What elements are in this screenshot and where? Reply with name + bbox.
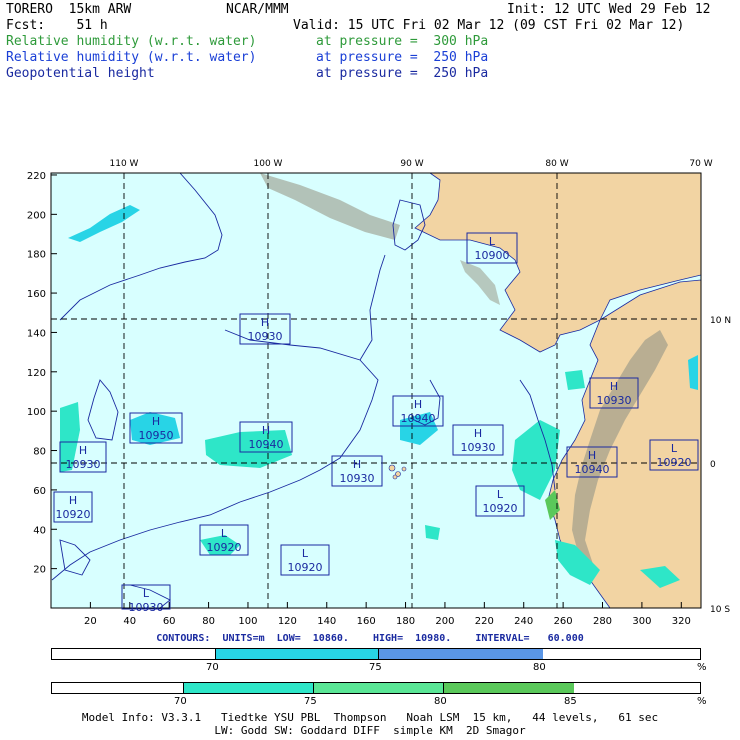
model-info-line2: LW: Godd SW: Goddard DIFF simple KM 2D S… [214,724,526,737]
svg-text:10930: 10930 [340,472,375,485]
y-tick-label: 100 [27,407,46,418]
y-tick-label: 80 [33,447,46,458]
x-tick-label: 100 [238,616,257,627]
legend-bar-rh300 [51,682,701,694]
svg-text:10930: 10930 [248,330,283,343]
lat-label: 10 S [710,605,730,615]
x-tick-label: 200 [435,616,454,627]
svg-text:10930: 10930 [66,458,101,471]
contours-interval: INTERVAL= 60.000 [475,633,584,644]
x-tick-label: 60 [163,616,176,627]
legend-tick-label: 70 [174,696,187,707]
x-tick-label: 260 [554,616,573,627]
legend-segment [443,683,574,693]
legend-segment [313,683,444,693]
svg-text:10900: 10900 [475,249,510,262]
svg-text:H: H [474,427,482,440]
svg-text:H: H [261,316,269,329]
model-info-line1: Model Info: V3.3.1 Tiedtke YSU PBL Thomp… [81,711,659,724]
y-tick-label: 40 [33,525,46,536]
lon-label: 80 W [545,159,568,169]
contours-units: CONTOURS: UNITS=m [156,633,265,644]
weather-map: 20 40 60 80 100 120 140 160 180 200 220 240 260 280 30… [27,159,731,627]
lon-label: 90 W [400,159,423,169]
y-tick-label: 180 [27,250,46,261]
y-tick-label: 160 [27,289,46,300]
svg-text:L: L [143,587,150,600]
x-tick-label: 240 [514,616,533,627]
x-tick-label: 180 [396,616,415,627]
svg-text:10920: 10920 [207,541,242,554]
svg-text:10940: 10940 [575,463,610,476]
legend-bar-rh250 [51,648,701,660]
x-tick-label: 120 [278,616,297,627]
svg-text:H: H [152,415,160,428]
legend-segment [378,649,543,659]
right-lat-axis: 10 N 0 10 S [710,316,731,615]
y-tick-label: 220 [27,171,46,182]
legend-segment [52,683,183,693]
legend-unit: % [697,696,707,707]
legend-tick-label: 85 [564,696,577,707]
y-tick-label: 20 [33,565,46,576]
svg-text:L: L [497,488,504,501]
svg-text:10940: 10940 [249,438,284,451]
svg-text:10930: 10930 [597,394,632,407]
legend-tick-label: 80 [434,696,447,707]
x-tick-label: 160 [357,616,376,627]
svg-text:H: H [353,458,361,471]
svg-text:H: H [588,449,596,462]
x-tick-label: 300 [632,616,651,627]
lat-label: 10 N [710,316,731,326]
svg-text:10920: 10920 [483,502,518,515]
contours-low: LOW= 10860. [276,633,349,644]
lon-label: 110 W [110,159,139,169]
svg-text:10920: 10920 [288,561,323,574]
svg-text:L: L [489,235,496,248]
svg-text:10950: 10950 [139,429,174,442]
y-tick-label: 120 [27,368,46,379]
svg-text:H: H [262,424,270,437]
svg-text:L: L [302,547,309,560]
x-tick-label: 320 [672,616,691,627]
svg-text:H: H [69,494,77,507]
x-tick-label: 280 [593,616,612,627]
svg-text:10940: 10940 [401,412,436,425]
x-tick-label: 220 [475,616,494,627]
legend-tick-label: 70 [206,662,219,673]
top-lon-axis: 110 W 100 W 90 W 80 W 70 W [110,159,713,169]
legend-unit: % [697,662,707,673]
lon-label: 100 W [254,159,283,169]
x-tick-label: 80 [202,616,215,627]
svg-text:H: H [610,380,618,393]
y-tick-label: 140 [27,328,46,339]
legend-segment [52,649,215,659]
y-tick-label: 60 [33,486,46,497]
legend-tick-label: 80 [533,662,546,673]
lon-label: 70 W [689,159,712,169]
legend-segment [215,649,379,659]
x-tick-label: 140 [317,616,336,627]
legend-tick-label: 75 [369,662,382,673]
svg-text:H: H [79,444,87,457]
legend-segment [183,683,314,693]
legend-tick-label: 75 [304,696,317,707]
svg-text:L: L [221,527,228,540]
contours-info: CONTOURS: UNITS=m LOW= 10860. HIGH= 1098… [0,633,740,644]
y-tick-label: 200 [27,210,46,221]
x-tick-label: 20 [84,616,97,627]
svg-text:10920: 10920 [56,508,91,521]
lat-label: 0 [710,460,716,470]
svg-text:10930: 10930 [461,441,496,454]
contours-high: HIGH= 10980. [373,633,452,644]
svg-text:10920: 10920 [657,456,692,469]
x-tick-label: 40 [123,616,136,627]
svg-text:10930: 10930 [129,601,164,614]
svg-text:L: L [671,442,678,455]
svg-text:H: H [414,398,422,411]
